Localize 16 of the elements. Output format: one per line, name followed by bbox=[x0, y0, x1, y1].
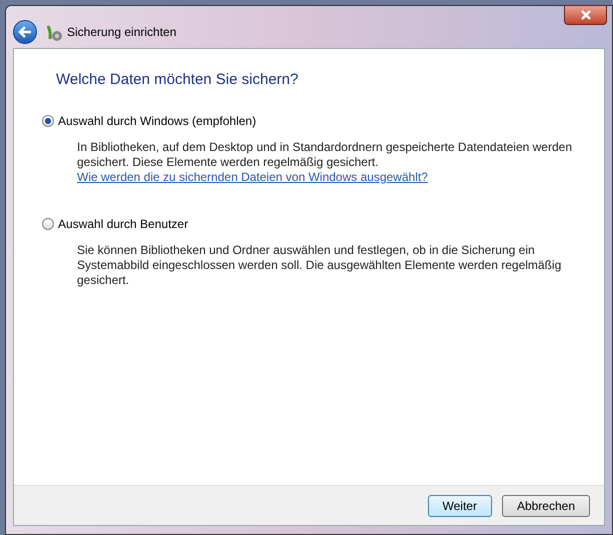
backup-icon bbox=[45, 24, 63, 42]
radio-button[interactable] bbox=[42, 114, 54, 126]
option-description: In Bibliotheken, auf dem Desktop und in Standardordnern gespeicherte Datendateien werden gesichert. Diese Elemente werden regelmäßig gesichert. Wie werden die zu sichernden Dateien von Windows ausgewählt? bbox=[77, 140, 573, 184]
close-button[interactable] bbox=[564, 5, 607, 25]
radio-option[interactable]: Auswahl durch Windows (empfohlen) bbox=[42, 112, 256, 130]
window-title: Sicherung einrichten bbox=[67, 24, 176, 41]
back-arrow-icon bbox=[18, 26, 32, 38]
close-icon bbox=[580, 10, 592, 20]
option-description: Sie können Bibliotheken und Ordner auswählen und festlegen, ob in die Sicherung ein Systemabbild eingeschlossen werden soll. Die ausgewählten Elemente werden regelmäßig gesichert. bbox=[77, 242, 562, 288]
page-heading: Welche Daten möchten Sie sichern? bbox=[55, 70, 300, 90]
dialog-button[interactable]: Abbrechen bbox=[502, 494, 590, 516]
radio-option[interactable]: Auswahl durch Benutzer bbox=[42, 214, 188, 232]
help-link[interactable]: Wie werden die zu sichernden Dateien von Windows ausgewählt? bbox=[77, 170, 428, 184]
back-button[interactable] bbox=[13, 20, 37, 44]
dialog-button[interactable]: Weiter bbox=[428, 494, 492, 516]
radio-button[interactable] bbox=[42, 218, 54, 230]
